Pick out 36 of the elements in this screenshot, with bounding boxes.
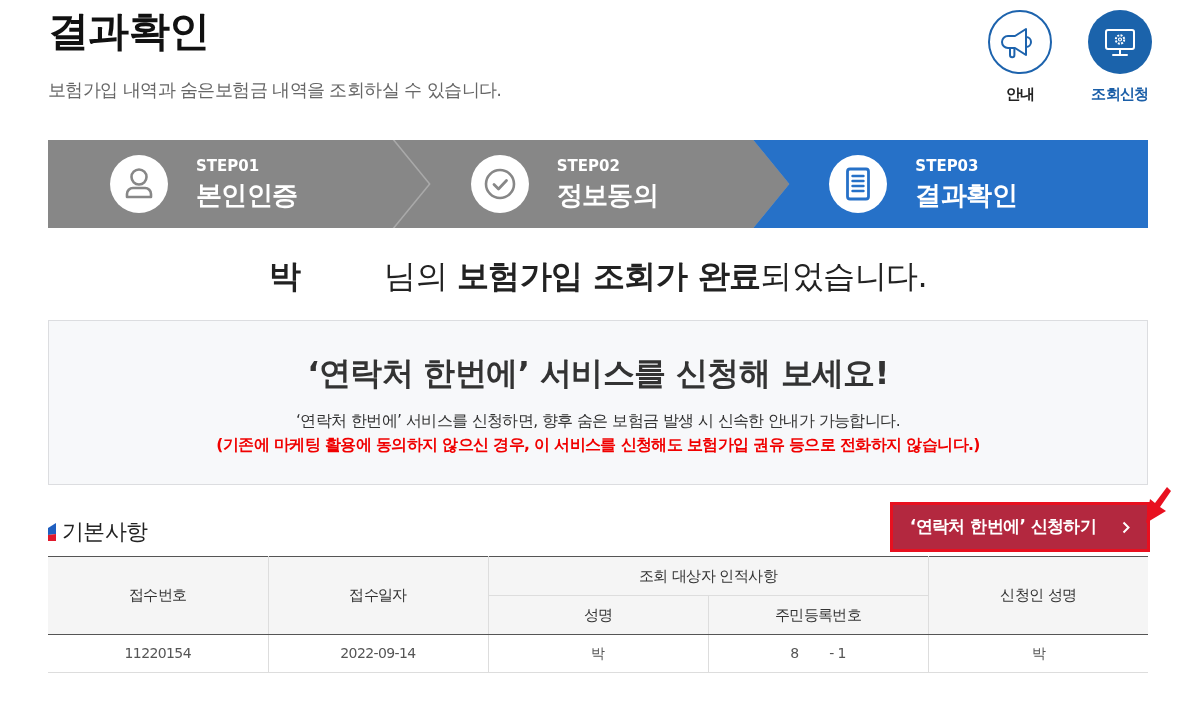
table-header-cell: 접수일자 [268,556,488,635]
person-icon [110,155,168,213]
page-title: 결과확인 [48,6,211,57]
section-title: 기본사항 [62,518,148,546]
megaphone-icon [988,10,1052,74]
pointing-arrow-icon [1146,487,1172,523]
table-header-cell: 접수번호 [48,556,268,635]
customer-name: 박 [268,256,301,296]
promo-warning: (기존에 마케팅 활용에 동의하지 않으신 경우, 이 서비스를 신청해도 보험가입 권유 등으로 전화하지 않습니다.) [216,435,980,456]
table-header-cell: 신청인 성명 [928,556,1148,635]
page-subtitle: 보험가입 내역과 숨은보험금 내역을 조회하실 수 있습니다. [48,78,502,102]
step-number: STEP03 [915,157,980,175]
check-circle-icon [470,155,529,213]
completion-message: 님의 보험가입 조회가 완료되었습니다. [384,256,927,296]
nav-tab[interactable]: 조회신청 [1080,10,1160,108]
table-header-cell: 조회 대상자 인적사항 [488,556,928,596]
step-label: 본인인증 [196,179,298,211]
chevron-right-icon [1122,520,1131,534]
promo-title: ‘연락처 한번에’ 서비스를 신청해 보세요! [307,353,889,394]
table-cell: 8 - 1 [708,634,928,673]
step-number: STEP02 [556,157,621,175]
step-label: 정보동의 [556,179,659,211]
table-header-cell: 성명 [488,595,708,635]
step-label: 결과확인 [915,179,1017,211]
document-icon [829,155,888,213]
section-marker-icon [48,523,56,541]
table-cell: 박 [488,634,708,673]
table-cell: 2022-09-14 [268,634,488,673]
step-number: STEP01 [196,157,261,175]
table-header-cell: 주민등록번호 [708,595,928,635]
nav-tab[interactable]: 안내 [980,10,1060,108]
table-cell: 박 [928,634,1148,673]
monitor-gear-icon [1088,10,1152,74]
table-cell: 11220154 [48,634,268,673]
promo-description: ‘연락처 한번에’ 서비스를 신청하면, 향후 숨은 보험금 발생 시 신속한 안내가 가능합니다. [296,411,900,432]
apply-button[interactable]: ‘연락처 한번에’ 신청하기 [890,502,1150,552]
